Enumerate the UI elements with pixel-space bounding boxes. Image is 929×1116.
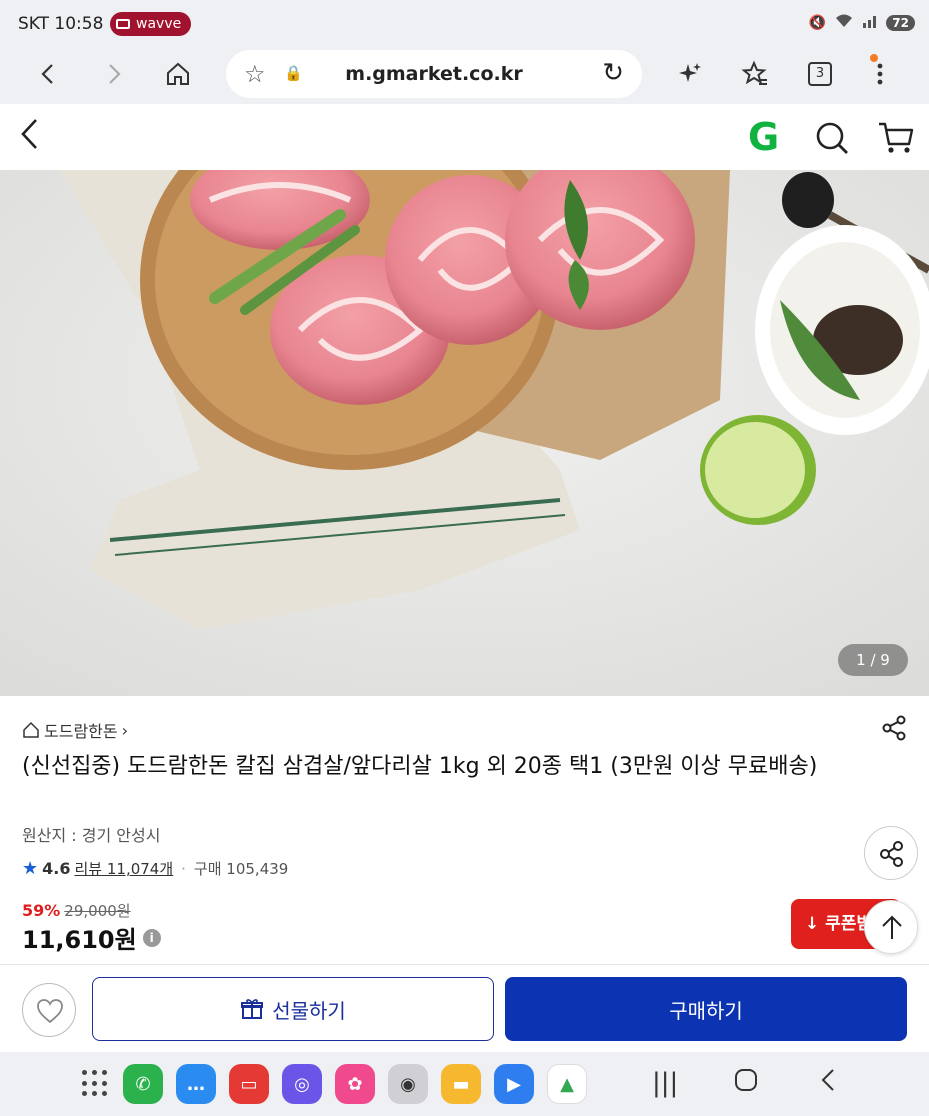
gift-icon <box>241 999 264 1019</box>
tabs-icon[interactable]: 3 <box>798 52 842 96</box>
home-icon[interactable] <box>156 52 200 96</box>
notification-dot <box>870 54 878 62</box>
system-nav-bar: ✆ … ▭ ◎ ✿ ◉ ▬ ▶ ▲ ||| <box>0 1052 929 1116</box>
download-icon: ↓ <box>805 914 820 934</box>
buy-label: 구매하기 <box>669 998 743 1023</box>
wishlist-button[interactable] <box>22 983 76 1037</box>
bookmarks-icon[interactable] <box>733 52 777 96</box>
sale-price: 11,610원 <box>22 926 137 954</box>
messages-app-icon[interactable]: … <box>176 1064 216 1104</box>
cart-icon[interactable] <box>876 118 916 158</box>
back-icon[interactable] <box>18 116 40 161</box>
scroll-top-button[interactable] <box>864 900 918 954</box>
status-bar: SKT 10:58 wavve 🔇 72 <box>0 0 929 48</box>
home-outline-icon <box>23 721 39 738</box>
tab-count: 3 <box>808 62 832 86</box>
rating-row: ★ 4.6 리뷰 11,074개 · 구매 105,439 <box>22 858 288 879</box>
product-image[interactable] <box>0 170 929 696</box>
share-icon[interactable] <box>880 714 912 746</box>
product-photo <box>0 170 929 696</box>
separator-dot: · <box>181 859 186 878</box>
app-dock: ✆ … ▭ ◎ ✿ ◉ ▬ ▶ ▲ <box>82 1064 587 1104</box>
product-title: (신선집중) 도드람한돈 칼집 삼겹살/앞다리살 1kg 외 20종 택1 (3… <box>22 754 818 779</box>
more-menu-icon[interactable] <box>858 52 902 96</box>
phone-app-icon[interactable]: ✆ <box>123 1064 163 1104</box>
carrier-time: SKT 10:58 <box>18 14 104 34</box>
purchase-count: 구매 105,439 <box>193 860 289 878</box>
browser-toolbar: ☆ 🔒 m.gmarket.co.kr ↻ 3 <box>0 48 929 104</box>
sale-price-row: 11,610원 i <box>22 920 161 955</box>
notes-app-icon[interactable]: ▭ <box>229 1064 269 1104</box>
ai-sparkle-icon[interactable] <box>668 52 712 96</box>
gmarket-logo[interactable]: G <box>748 118 779 156</box>
floating-share-button[interactable] <box>864 826 918 880</box>
seller-name: 도드람한돈 <box>44 722 118 741</box>
tv-icon <box>116 19 130 29</box>
wavve-label: wavve <box>136 16 182 32</box>
wifi-icon <box>834 13 854 33</box>
url-text[interactable]: m.gmarket.co.kr <box>226 63 642 85</box>
recents-icon[interactable]: ||| <box>652 1068 678 1098</box>
purchase-bar: 선물하기 구매하기 <box>0 964 929 1052</box>
wavve-badge: wavve <box>110 12 192 36</box>
original-price: 29,000원 <box>64 902 131 920</box>
app-header: G <box>0 104 929 170</box>
rating-score: 4.6 <box>42 859 71 878</box>
search-icon[interactable] <box>812 118 852 158</box>
gallery-app-icon[interactable]: ✿ <box>335 1064 375 1104</box>
browser-forward-icon[interactable] <box>92 52 136 96</box>
camera-app-icon[interactable]: ◉ <box>388 1064 428 1104</box>
chevron-right-icon: › <box>121 720 129 740</box>
heart-icon <box>37 999 63 1024</box>
app-drawer-icon[interactable] <box>82 1070 110 1098</box>
drive-app-icon[interactable]: ▲ <box>547 1064 587 1104</box>
home-button-icon[interactable] <box>734 1068 758 1099</box>
browser-app-icon[interactable]: ◎ <box>282 1064 322 1104</box>
review-link[interactable]: 리뷰 11,074개 <box>74 858 173 879</box>
seller-link[interactable]: 도드람한돈 › <box>22 718 128 742</box>
buy-button[interactable]: 구매하기 <box>505 977 907 1041</box>
status-icons: 🔇 72 <box>809 13 915 33</box>
video-app-icon[interactable]: ▶ <box>494 1064 534 1104</box>
browser-back-icon[interactable] <box>26 52 70 96</box>
signal-icon <box>862 13 878 33</box>
files-app-icon[interactable]: ▬ <box>441 1064 481 1104</box>
gift-label: 선물하기 <box>272 998 346 1023</box>
origin-text: 원산지 : 경기 안성시 <box>22 826 161 845</box>
gift-button[interactable]: 선물하기 <box>92 977 494 1041</box>
image-pager: 1 / 9 <box>838 644 908 676</box>
discount-rate: 59% <box>22 901 61 920</box>
address-bar[interactable]: ☆ 🔒 m.gmarket.co.kr ↻ <box>226 50 642 98</box>
reload-icon[interactable]: ↻ <box>602 58 624 88</box>
system-back-icon[interactable] <box>818 1068 838 1099</box>
info-icon[interactable]: i <box>142 928 161 947</box>
discount-row: 59% 29,000원 <box>22 900 131 921</box>
mute-icon: 🔇 <box>808 15 827 31</box>
battery-icon: 72 <box>886 15 915 31</box>
star-icon: ★ <box>22 858 39 879</box>
